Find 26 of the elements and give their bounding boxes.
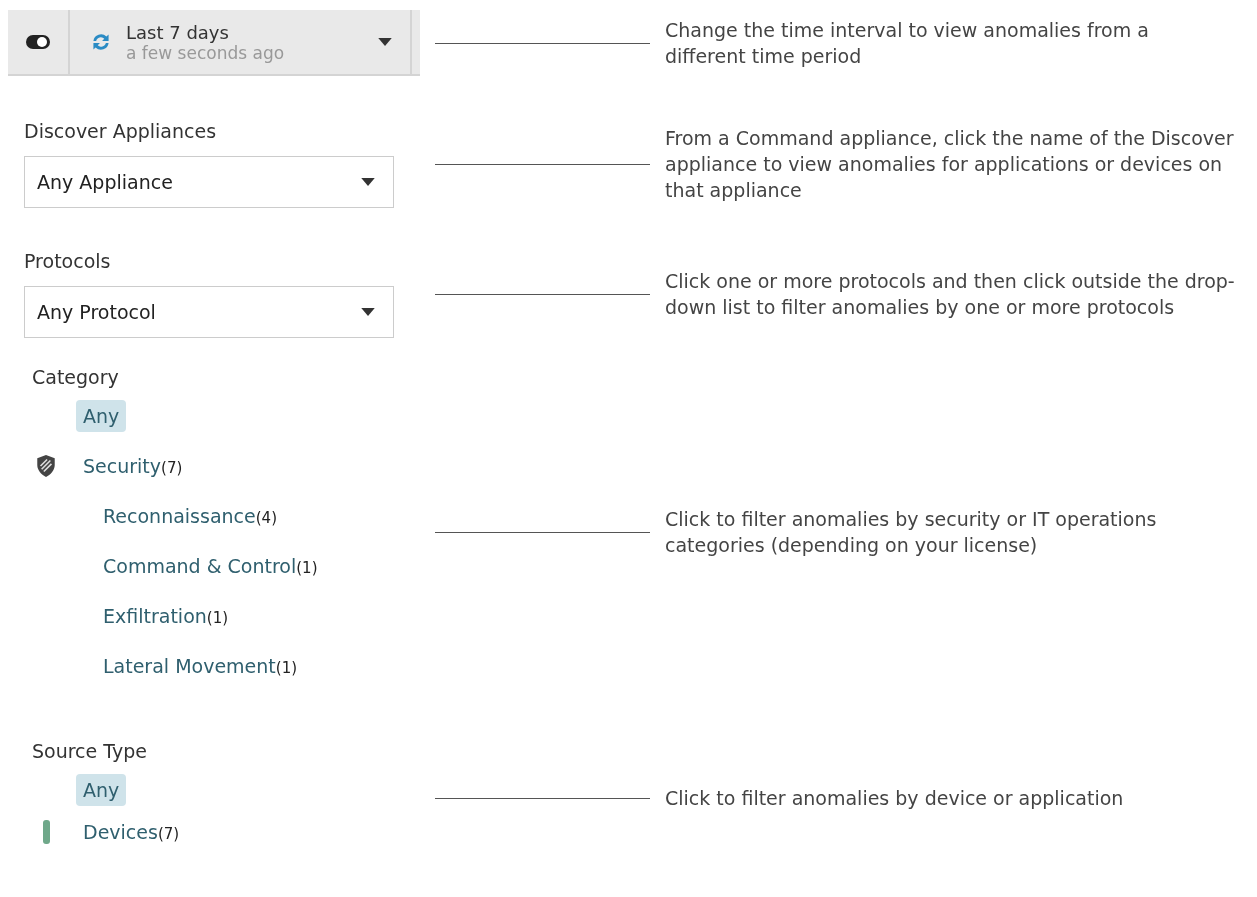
filter-link[interactable]: Command & Control(1) [96, 550, 325, 582]
section-label: Protocols [24, 250, 111, 272]
filter-link[interactable]: Exfiltration(1) [96, 600, 236, 632]
caret-icon [378, 37, 392, 47]
caret-icon [361, 177, 375, 187]
annotation-text: From a Command appliance, click the name of the Discover appliance to view anomalies for applications or devices on that appliance [665, 126, 1235, 203]
annotation-text: Click one or more protocols and then click outside the drop-down list to filter anomalies by one or more protocols [665, 269, 1235, 320]
section-label: Discover Appliances [24, 120, 217, 142]
filter-link[interactable]: Reconnaissance(4) [96, 500, 284, 532]
source-bar-icon [42, 820, 50, 844]
section-label: Category [32, 366, 119, 388]
shield-icon [35, 454, 57, 478]
filter-link[interactable]: Any [76, 774, 127, 806]
toggle-switch[interactable] [25, 34, 51, 50]
annotation-text: Click to filter anomalies by device or application [665, 786, 1125, 811]
caret-icon [361, 307, 375, 317]
dropdown[interactable]: Any Protocol [24, 286, 394, 338]
annotation-text: Change the time interval to view anomalies from a different time period [665, 18, 1150, 69]
dropdown[interactable]: Any Appliance [24, 156, 394, 208]
filter-link[interactable]: Security(7) [76, 450, 190, 482]
filter-link[interactable]: Lateral Movement(1) [96, 650, 305, 682]
section-label: Source Type [32, 740, 147, 762]
filter-link[interactable]: Devices(7) [76, 816, 187, 848]
filter-link[interactable]: Any [76, 400, 127, 432]
time-interval-dropdown[interactable]: Last 7 days a few seconds ago [70, 10, 410, 74]
annotation-text: Click to filter anomalies by security or IT operations categories (depending on your license) [665, 507, 1158, 558]
